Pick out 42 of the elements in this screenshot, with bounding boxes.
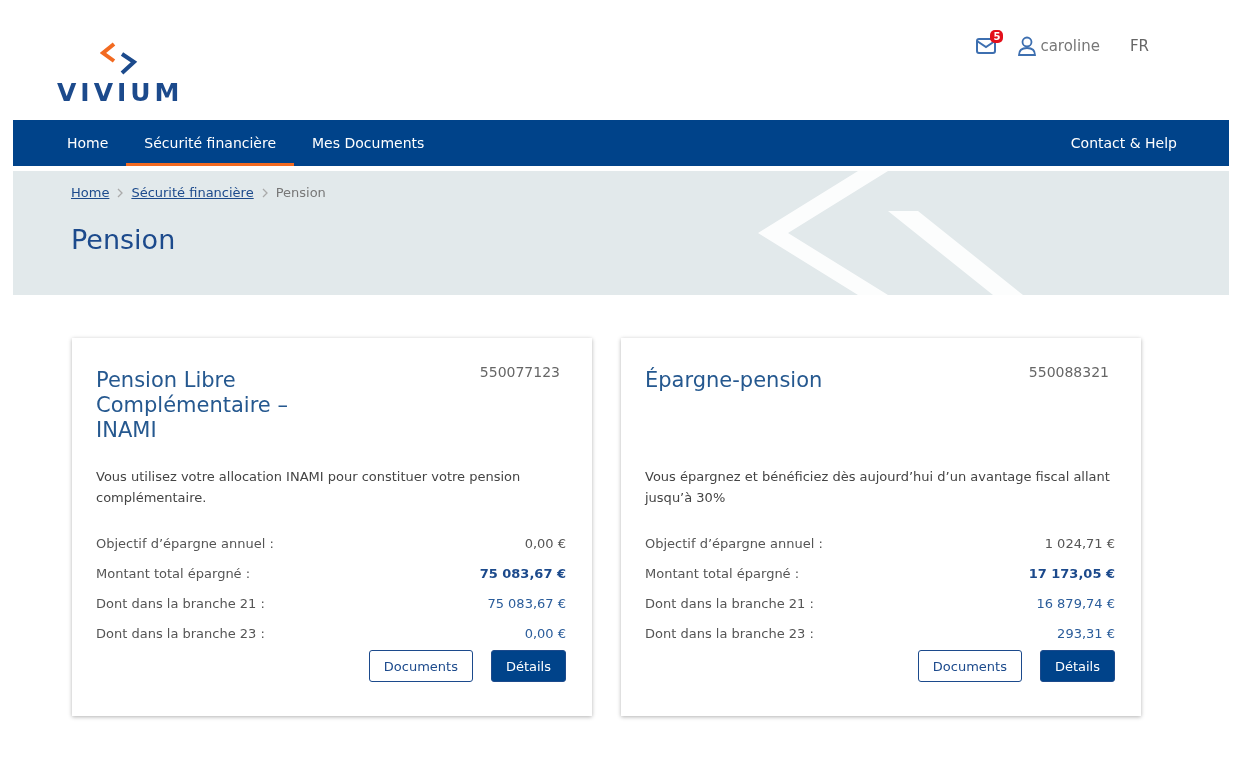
documents-button[interactable]: Documents <box>917 650 1022 682</box>
card-title: Pension Libre Complémentaire – INAMI <box>96 368 289 444</box>
amount-label: Dont dans la branche 23 : <box>645 625 814 641</box>
amount-value: 75 083,67 € <box>487 595 566 611</box>
amount-label: Dont dans la branche 23 : <box>96 625 265 641</box>
nav-tab[interactable]: Sécurité financière <box>126 120 295 166</box>
logo-text[interactable]: VIVIUM <box>57 78 184 107</box>
notification-badge: 5 <box>990 30 1004 43</box>
language-label[interactable]: FR <box>1129 37 1149 55</box>
user-icon[interactable] <box>1018 36 1037 56</box>
card-title: Épargne-pension <box>645 368 824 394</box>
amount-label: Objectif d’épargne annuel : <box>645 535 823 551</box>
nav-tab[interactable]: Home <box>49 120 127 166</box>
documents-button[interactable]: Documents <box>368 650 473 682</box>
nav-tab[interactable]: Mes Documents <box>294 120 443 166</box>
amount-value: 16 879,74 € <box>1036 595 1115 611</box>
details-button[interactable]: Détails <box>490 650 566 682</box>
amount-label: Dont dans la branche 21 : <box>645 595 814 611</box>
amount-value: 1 024,71 € <box>1044 535 1115 551</box>
breadcrumb-current[interactable]: Pension <box>275 185 326 200</box>
chevron-right-icon <box>261 187 268 198</box>
mail-icon[interactable] <box>976 38 997 54</box>
user-name[interactable]: caroline <box>1040 37 1100 55</box>
amount-value: 0,00 € <box>524 535 566 551</box>
chevron-right-icon <box>117 187 124 198</box>
amount-label: Dont dans la branche 21 : <box>96 595 265 611</box>
contact-help-link[interactable]: Contact & Help <box>1052 120 1195 166</box>
contract-number: 550077123 <box>479 364 560 382</box>
amount-label: Montant total épargné : <box>96 565 251 581</box>
amount-label: Montant total épargné : <box>645 565 800 581</box>
amount-value: 293,31 € <box>1057 625 1115 641</box>
breadcrumb-link[interactable]: Sécurité financière <box>131 185 254 200</box>
breadcrumb-link[interactable]: Home <box>71 185 110 200</box>
details-button[interactable]: Détails <box>1039 650 1115 682</box>
card-description: Vous utilisez votre allocation INAMI pour constituer votre pension complémentaire. <box>96 468 522 507</box>
page-title: Pension <box>71 224 177 255</box>
amount-label: Objectif d’épargne annuel : <box>96 535 274 551</box>
amount-value: 0,00 € <box>524 625 566 641</box>
amount-value: 75 083,67 € <box>479 565 566 581</box>
contract-number: 550088321 <box>1028 364 1109 382</box>
amount-value: 17 173,05 € <box>1028 565 1115 581</box>
card-description: Vous épargnez et bénéficiez dès aujourd’hui d’un avantage fiscal allant jusqu’à 30% <box>645 468 1111 507</box>
